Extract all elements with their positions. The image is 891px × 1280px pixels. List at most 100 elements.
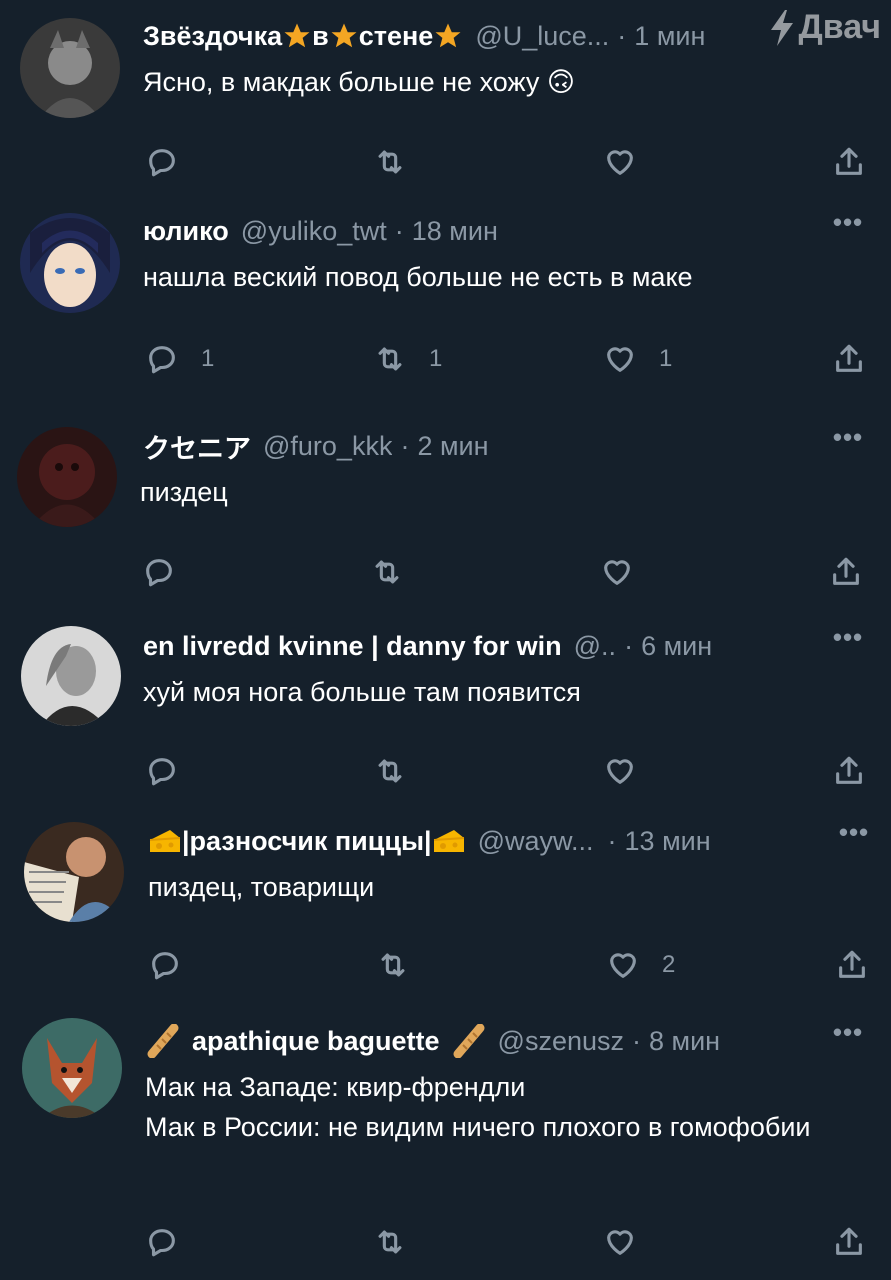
handle[interactable]: @U_luce... [475, 21, 609, 52]
timestamp[interactable]: 13 мин [625, 826, 711, 857]
display-name[interactable]: Звёздочка в стене [143, 21, 463, 52]
display-name[interactable]: юлико [143, 216, 229, 247]
share-button[interactable] [835, 943, 869, 987]
avatar[interactable] [20, 213, 120, 313]
share-button[interactable] [829, 550, 863, 594]
retweet-button[interactable] [376, 943, 432, 987]
separator: · [617, 20, 627, 51]
retweet-icon [381, 953, 405, 977]
tweet[interactable]: |разносчик пиццы| @wayw... · 13 мин ••• … [0, 815, 891, 1005]
heart-icon [607, 150, 633, 175]
display-name[interactable]: クセニア [143, 428, 251, 464]
tweet-actions [0, 550, 891, 594]
retweet-button[interactable]: 1 [373, 337, 442, 381]
handle[interactable]: @wayw... [478, 826, 594, 857]
handle[interactable]: @yuliko_twt [241, 216, 387, 247]
reply-button[interactable] [145, 140, 201, 184]
handle[interactable]: @.. [574, 631, 616, 662]
reply-icon [146, 559, 172, 587]
heart-icon [604, 560, 630, 585]
like-count: 1 [659, 345, 673, 372]
reply-button[interactable] [142, 550, 198, 594]
more-options-button[interactable]: ••• [831, 624, 865, 654]
separator: · [400, 430, 410, 461]
share-icon [836, 344, 862, 372]
more-options-button[interactable]: ••• [831, 424, 865, 454]
timestamp[interactable]: 18 мин [412, 216, 498, 247]
tweet[interactable]: Звёздочка в стене @U_luce... · 1 мин Ясн… [0, 10, 891, 200]
timestamp[interactable]: 6 мин [641, 631, 712, 662]
tweet-text: нашла веский повод больше не есть в маке [143, 262, 693, 292]
like-button[interactable] [603, 1220, 659, 1264]
share-button[interactable] [832, 749, 866, 793]
tweet-text: пиздец, товарищи [148, 872, 375, 902]
reply-button[interactable] [148, 943, 204, 987]
more-options-button[interactable]: ••• [831, 209, 865, 239]
share-button[interactable] [832, 140, 866, 184]
retweet-button[interactable] [373, 140, 429, 184]
baguette-emoji-icon [453, 1024, 485, 1058]
more-options-button[interactable]: ••• [837, 819, 871, 849]
name-part: apathique baguette [192, 1025, 440, 1056]
retweet-button[interactable] [370, 550, 426, 594]
reply-icon [149, 346, 175, 374]
more-options-button[interactable]: ••• [831, 1019, 865, 1049]
heart-icon [607, 1230, 633, 1255]
retweet-button[interactable] [373, 1220, 429, 1264]
like-button[interactable] [600, 550, 656, 594]
tweet-actions [0, 1220, 891, 1264]
reply-icon [149, 1229, 175, 1257]
tweet[interactable]: en livredd kvinne | danny for win @.. · … [0, 620, 891, 805]
avatar[interactable] [21, 626, 121, 726]
handle[interactable]: @szenusz [498, 1026, 624, 1057]
reply-button[interactable]: 1 [145, 337, 214, 381]
reply-button[interactable] [145, 749, 201, 793]
tweet-header: apathique baguette @szenusz · 8 мин [146, 1023, 831, 1059]
separator: · [624, 630, 634, 661]
avatar[interactable] [22, 1018, 122, 1118]
tweet[interactable]: apathique baguette @szenusz · 8 мин ••• … [0, 1015, 891, 1280]
tweet-actions: 2 [0, 943, 891, 987]
like-count: 2 [662, 951, 676, 978]
reply-icon [152, 952, 178, 980]
retweet-icon [378, 1230, 402, 1254]
tweet-text: хуй моя нога больше там появится [143, 677, 581, 707]
share-button[interactable] [832, 337, 866, 381]
share-icon [836, 147, 862, 175]
avatar[interactable] [17, 427, 117, 527]
tweet[interactable]: юлико @yuliko_twt · 18 мин ••• нашла вес… [0, 205, 891, 405]
tweet-header: |разносчик пиццы| @wayw... · 13 мин [148, 823, 831, 859]
retweet-button[interactable] [373, 749, 429, 793]
baguette-emoji-icon [147, 1024, 179, 1058]
name-part: |разносчик пиццы| [182, 825, 432, 856]
separator: · [607, 825, 617, 856]
tweet-text: Мак на Западе: квир-френдли Мак в России… [145, 1072, 811, 1142]
like-button[interactable]: 2 [606, 943, 675, 987]
timestamp[interactable]: 2 мин [417, 431, 488, 462]
star-emoji-icon [435, 23, 461, 48]
like-button[interactable]: 1 [603, 337, 672, 381]
reply-button[interactable] [145, 1220, 201, 1264]
star-emoji-icon [331, 23, 357, 48]
retweet-icon [378, 150, 402, 174]
retweet-icon [378, 759, 402, 783]
timestamp[interactable]: 1 мин [634, 21, 705, 52]
avatar[interactable] [20, 18, 120, 118]
avatar[interactable] [24, 822, 124, 922]
share-button[interactable] [832, 1220, 866, 1264]
reply-icon [149, 149, 175, 177]
name-part: стене [358, 20, 434, 51]
tweet-header: en livredd kvinne | danny for win @.. · … [143, 628, 831, 664]
like-button[interactable] [603, 749, 659, 793]
star-emoji-icon [284, 23, 310, 48]
reply-count: 1 [201, 345, 215, 372]
name-part: в [312, 20, 329, 51]
timestamp[interactable]: 8 мин [649, 1026, 720, 1057]
like-button[interactable] [603, 140, 659, 184]
handle[interactable]: @furo_kkk [263, 431, 392, 462]
tweet[interactable]: クセニア @furo_kkk · 2 мин ••• пиздец [0, 420, 891, 610]
name-part: Звёздочка [143, 20, 283, 51]
display-name[interactable]: en livredd kvinne | danny for win [143, 631, 562, 662]
display-name[interactable]: |разносчик пиццы| [148, 826, 466, 857]
display-name[interactable]: apathique baguette [146, 1024, 486, 1058]
